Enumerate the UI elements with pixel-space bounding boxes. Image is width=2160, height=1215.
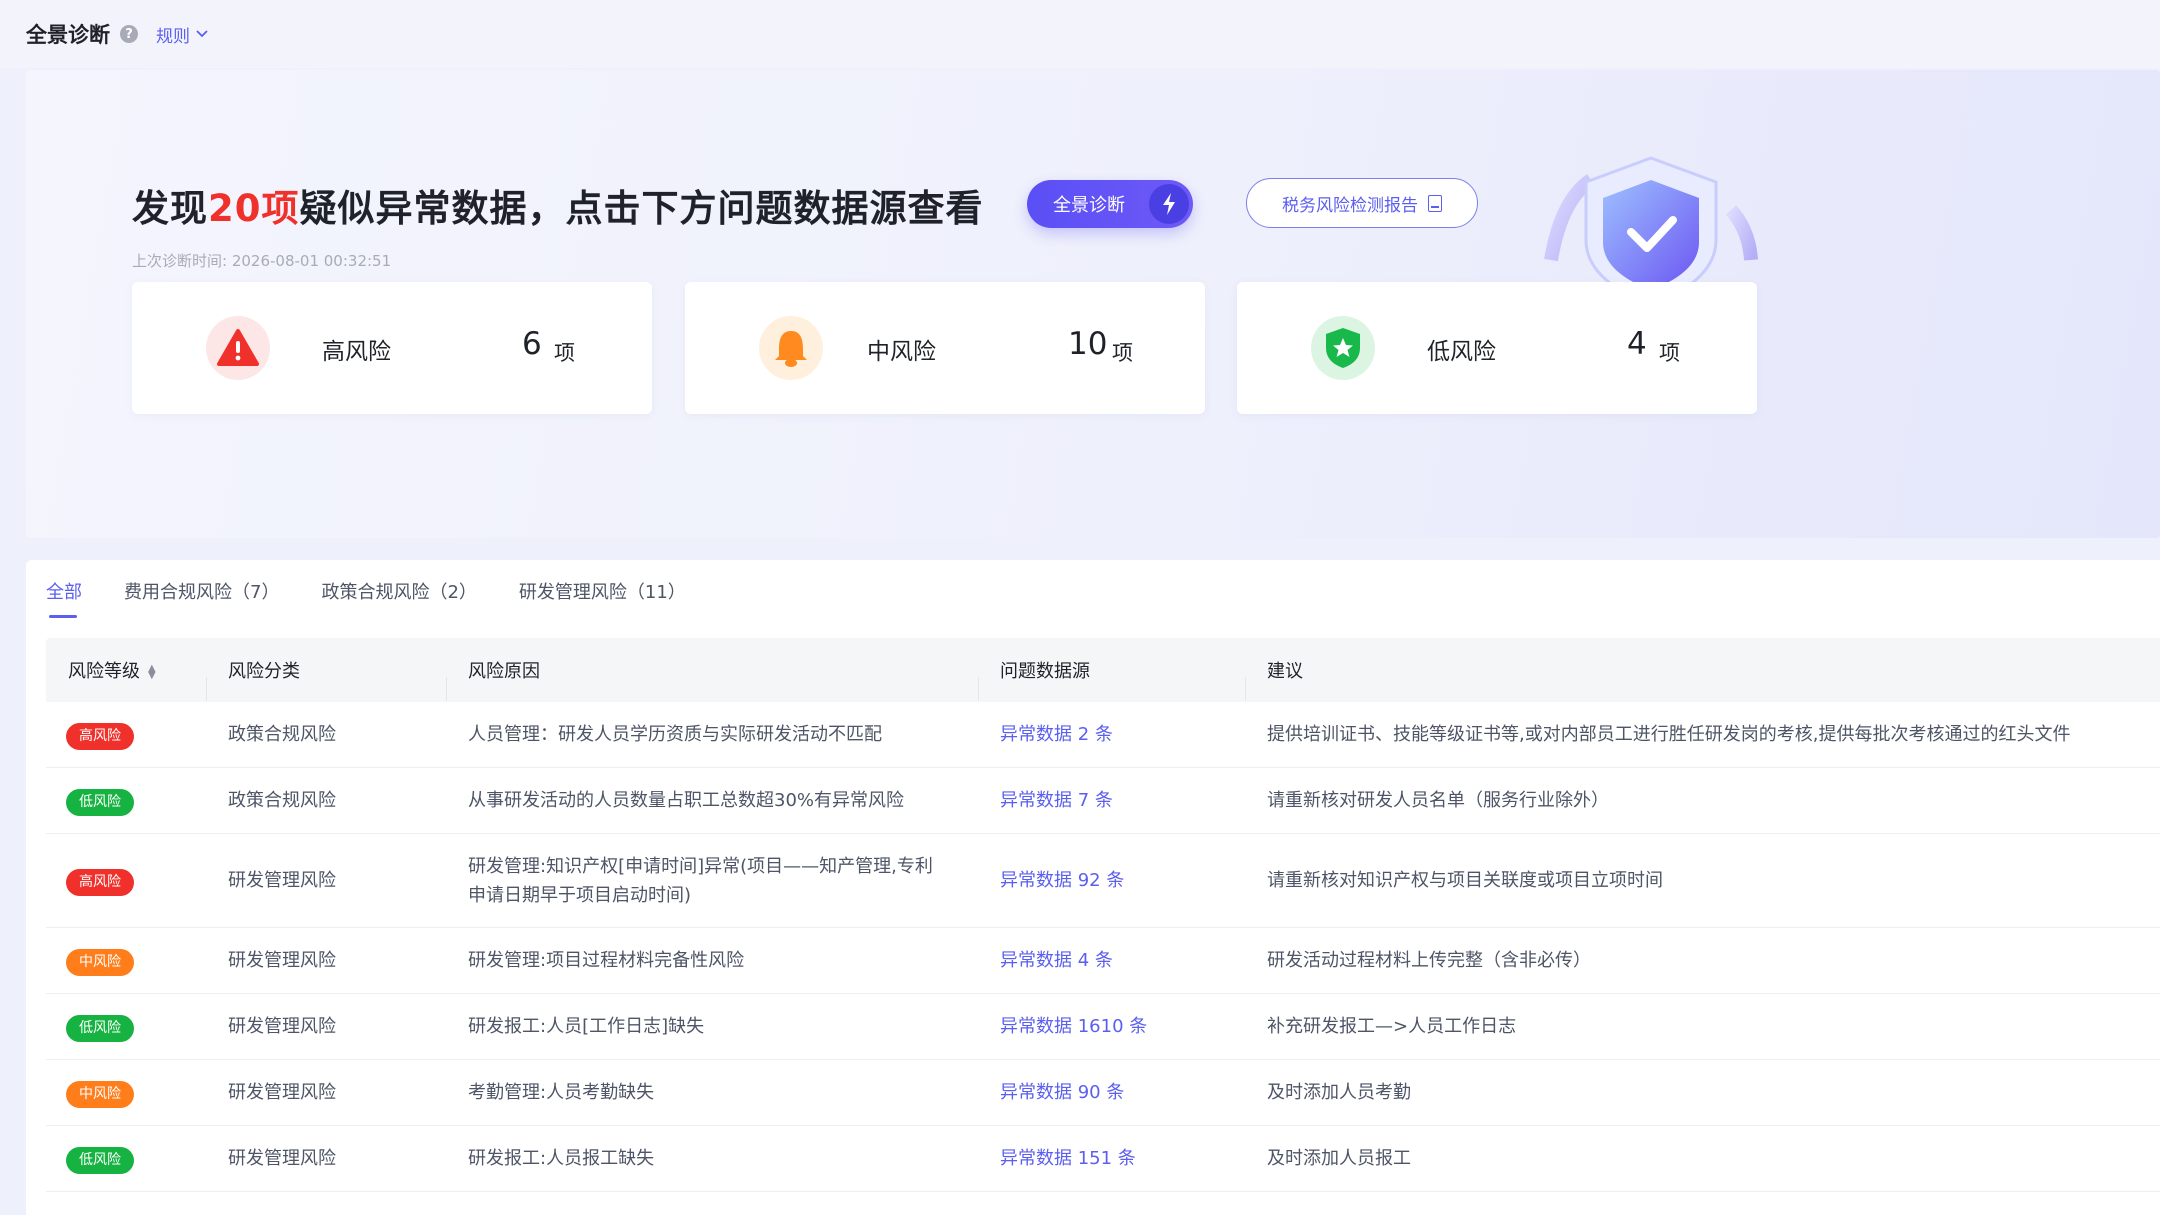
risk-reason: 人员管理：研发人员学历资质与实际研发活动不匹配 bbox=[468, 724, 882, 745]
header-risk-reason: 风险原因 bbox=[446, 657, 978, 701]
advice: 研发活动过程材料上传完整（含非必传） bbox=[1267, 950, 1591, 971]
sort-icon[interactable]: ▲ ▼ bbox=[148, 664, 156, 681]
headline: 发现20项疑似异常数据，点击下方问题数据源查看 bbox=[132, 178, 984, 232]
medium-risk-count: 10 bbox=[1068, 326, 1108, 362]
risk-reason: 从事研发活动的人员数量占职工总数超30%有异常风险 bbox=[468, 790, 905, 811]
tab-policy-compliance[interactable]: 政策合规风险（2） bbox=[321, 578, 476, 618]
risk-level-tag: 低风险 bbox=[66, 1146, 134, 1174]
data-source-link[interactable]: 异常数据 151 条 bbox=[1000, 1148, 1136, 1169]
medium-risk-label: 中风险 bbox=[867, 339, 936, 365]
top-bar: 全景诊断 ? 规则 bbox=[0, 0, 2160, 68]
document-icon bbox=[1428, 194, 1442, 212]
risk-table: 风险等级 ▲ ▼ 风险分类 风险原因 问题数据源 建议 高风险 政策合规风险 人员管… bbox=[46, 638, 2160, 1192]
high-risk-unit: 项 bbox=[554, 341, 575, 365]
table-row: 低风险 政策合规风险 从事研发活动的人员数量占职工总数超30%有异常风险 异常数… bbox=[46, 768, 2160, 834]
full-diagnose-label: 全景诊断 bbox=[1053, 195, 1125, 216]
last-diagnosis-time: 上次诊断时间: 2026-08-01 00:32:51 bbox=[132, 252, 392, 270]
advice: 及时添加人员考勤 bbox=[1267, 1082, 1411, 1103]
advice: 补充研发报工—>人员工作日志 bbox=[1267, 1016, 1517, 1037]
advice: 请重新核对知识产权与项目关联度或项目立项时间 bbox=[1267, 870, 1663, 891]
risk-category: 政策合规风险 bbox=[228, 724, 336, 745]
risk-level-tag: 低风险 bbox=[66, 788, 134, 816]
page-title: 全景诊断 bbox=[26, 23, 110, 47]
data-source-link[interactable]: 异常数据 90 条 bbox=[1000, 1082, 1124, 1103]
risk-level-tag: 高风险 bbox=[66, 868, 134, 896]
tab-rd-management[interactable]: 研发管理风险（11） bbox=[519, 578, 686, 618]
table-row: 高风险 研发管理风险 研发管理:知识产权[申请时间]异常(项目——知产管理,专利… bbox=[46, 834, 2160, 928]
headline-count: 20项 bbox=[208, 187, 300, 230]
bell-icon bbox=[759, 316, 823, 380]
data-source-link[interactable]: 异常数据 2 条 bbox=[1000, 724, 1113, 745]
data-source-link[interactable]: 异常数据 7 条 bbox=[1000, 790, 1113, 811]
risk-reason: 研发报工:人员[工作日志]缺失 bbox=[468, 1016, 705, 1037]
rules-label: 规则 bbox=[156, 26, 190, 47]
low-risk-label: 低风险 bbox=[1427, 339, 1496, 365]
rules-dropdown[interactable]: 规则 bbox=[156, 22, 208, 47]
tax-risk-report-button[interactable]: 税务风险检测报告 bbox=[1246, 178, 1478, 228]
high-risk-label: 高风险 bbox=[322, 339, 391, 365]
table-header: 风险等级 ▲ ▼ 风险分类 风险原因 问题数据源 建议 bbox=[46, 638, 2160, 702]
risk-level-tag: 中风险 bbox=[66, 1080, 134, 1108]
risk-category: 研发管理风险 bbox=[228, 870, 336, 891]
risk-category: 研发管理风险 bbox=[228, 1148, 336, 1169]
data-source-link[interactable]: 异常数据 92 条 bbox=[1000, 870, 1124, 891]
risk-level-tag: 高风险 bbox=[66, 722, 134, 750]
shield-star-icon bbox=[1311, 316, 1375, 380]
data-source-link[interactable]: 异常数据 4 条 bbox=[1000, 950, 1113, 971]
risk-category: 研发管理风险 bbox=[228, 1016, 336, 1037]
risk-category: 政策合规风险 bbox=[228, 790, 336, 811]
risk-level-tag: 低风险 bbox=[66, 1014, 134, 1042]
help-icon[interactable]: ? bbox=[120, 25, 138, 43]
advice: 请重新核对研发人员名单（服务行业除外） bbox=[1267, 790, 1609, 811]
lightning-icon bbox=[1149, 184, 1189, 224]
risk-category: 研发管理风险 bbox=[228, 950, 336, 971]
table-row: 低风险 研发管理风险 研发报工:人员[工作日志]缺失 异常数据 1610 条 补… bbox=[46, 994, 2160, 1060]
risk-reason-line: 申请日期早于项目启动时间) bbox=[468, 884, 692, 906]
high-risk-count: 6 bbox=[522, 326, 542, 362]
header-risk-level[interactable]: 风险等级 ▲ ▼ bbox=[46, 657, 206, 683]
medium-risk-unit: 项 bbox=[1112, 341, 1133, 365]
low-risk-unit: 项 bbox=[1659, 341, 1680, 365]
full-diagnose-button[interactable]: 全景诊断 bbox=[1027, 180, 1193, 228]
chevron-down-icon bbox=[196, 27, 208, 42]
medium-risk-card[interactable]: 中风险 10 项 bbox=[685, 282, 1205, 414]
header-risk-category: 风险分类 bbox=[206, 657, 446, 701]
table-row: 中风险 研发管理风险 考勤管理:人员考勤缺失 异常数据 90 条 及时添加人员考… bbox=[46, 1060, 2160, 1126]
risk-reason: 研发报工:人员报工缺失 bbox=[468, 1148, 655, 1169]
risk-reason: 考勤管理:人员考勤缺失 bbox=[468, 1082, 655, 1103]
tab-all[interactable]: 全部 bbox=[46, 578, 82, 618]
header-advice: 建议 bbox=[1245, 657, 2160, 701]
headline-prefix: 发现 bbox=[132, 187, 208, 230]
category-tabs: 全部 费用合规风险（7） 政策合规风险（2） 研发管理风险（11） bbox=[46, 578, 728, 618]
risk-reason: 研发管理:知识产权[申请时间]异常(项目——知产管理,专利 申请日期早于项目启动… bbox=[446, 852, 978, 910]
data-source-link[interactable]: 异常数据 1610 条 bbox=[1000, 1016, 1147, 1037]
header-data-source: 问题数据源 bbox=[978, 657, 1245, 701]
risk-level-tag: 中风险 bbox=[66, 948, 134, 976]
table-row: 低风险 研发管理风险 研发报工:人员报工缺失 异常数据 151 条 及时添加人员… bbox=[46, 1126, 2160, 1192]
tab-expense-compliance[interactable]: 费用合规风险（7） bbox=[124, 578, 279, 618]
low-risk-count: 4 bbox=[1627, 326, 1647, 362]
table-row: 高风险 政策合规风险 人员管理：研发人员学历资质与实际研发活动不匹配 异常数据 … bbox=[46, 702, 2160, 768]
headline-suffix: 疑似异常数据，点击下方问题数据源查看 bbox=[299, 187, 984, 230]
risk-reason: 研发管理:项目过程材料完备性风险 bbox=[468, 950, 745, 971]
risk-list-panel: 全部 费用合规风险（7） 政策合规风险（2） 研发管理风险（11） 风险等级 ▲ ▼… bbox=[26, 560, 2160, 1215]
risk-category: 研发管理风险 bbox=[228, 1082, 336, 1103]
risk-reason-line: 研发管理:知识产权[申请时间]异常(项目——知产管理,专利 bbox=[468, 855, 933, 877]
advice: 提供培训证书、技能等级证书等,或对内部员工进行胜任研发岗的考核,提供每批次考核通… bbox=[1267, 724, 2071, 745]
low-risk-card[interactable]: 低风险 4 项 bbox=[1237, 282, 1757, 414]
high-risk-card[interactable]: 高风险 6 项 bbox=[132, 282, 652, 414]
table-row: 中风险 研发管理风险 研发管理:项目过程材料完备性风险 异常数据 4 条 研发活… bbox=[46, 928, 2160, 994]
advice: 及时添加人员报工 bbox=[1267, 1148, 1411, 1169]
warning-icon bbox=[206, 316, 270, 380]
tax-risk-report-label: 税务风险检测报告 bbox=[1282, 195, 1418, 216]
